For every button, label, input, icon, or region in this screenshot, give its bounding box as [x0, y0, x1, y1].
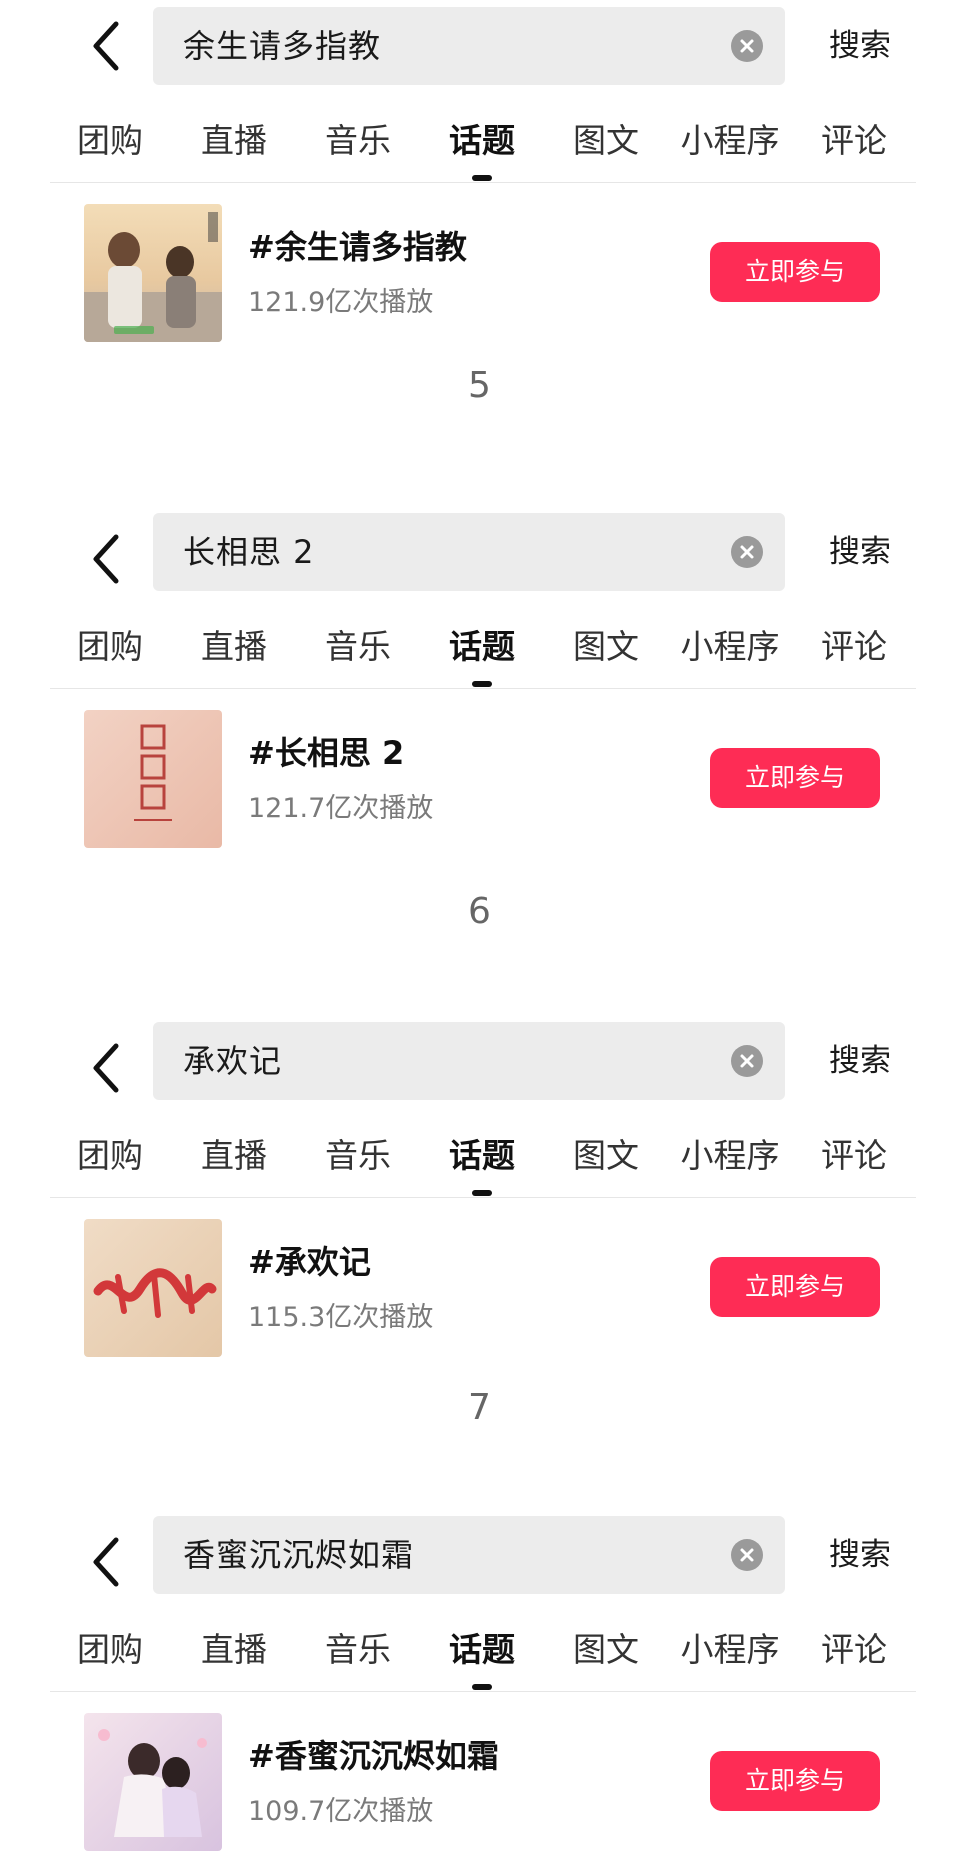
tab-bar: 团购 直播 音乐 话题 图文 小程序 评论	[0, 1116, 959, 1196]
topic-title: #承欢记	[248, 1243, 371, 1281]
page-number: 7	[468, 1387, 491, 1428]
clear-icon[interactable]	[731, 1045, 763, 1077]
clear-icon[interactable]	[731, 536, 763, 568]
divider	[50, 1691, 916, 1692]
join-button[interactable]: 立即参与	[710, 1751, 880, 1811]
tab-posts[interactable]: 图文	[573, 1116, 639, 1196]
tab-music[interactable]: 音乐	[325, 607, 391, 687]
topic-title: #余生请多指教	[248, 228, 467, 266]
join-button[interactable]: 立即参与	[710, 748, 880, 808]
tab-music[interactable]: 音乐	[325, 1610, 391, 1690]
tab-music[interactable]: 音乐	[325, 101, 391, 181]
play-count: 121.9亿次播放	[248, 287, 434, 318]
back-icon[interactable]	[88, 1534, 128, 1590]
divider	[50, 688, 916, 689]
play-count: 115.3亿次播放	[248, 1302, 434, 1333]
tab-mini-programs[interactable]: 小程序	[681, 607, 780, 687]
divider	[50, 182, 916, 183]
topic-result[interactable]: #余生请多指教 121.9亿次播放 立即参与	[0, 204, 959, 344]
tab-group-buy[interactable]: 团购	[77, 1610, 143, 1690]
tab-topics[interactable]: 话题	[449, 1610, 515, 1690]
search-query: 长相思 2	[183, 533, 315, 571]
search-input[interactable]: 长相思 2	[153, 513, 785, 591]
play-count: 109.7亿次播放	[248, 1796, 434, 1827]
join-button[interactable]: 立即参与	[710, 1257, 880, 1317]
tab-posts[interactable]: 图文	[573, 1610, 639, 1690]
tab-mini-programs[interactable]: 小程序	[681, 1116, 780, 1196]
topic-title: #香蜜沉沉烬如霜	[248, 1737, 499, 1775]
tab-group-buy[interactable]: 团购	[77, 101, 143, 181]
topic-result[interactable]: #长相思 2 121.7亿次播放 立即参与	[0, 710, 959, 850]
tab-topics[interactable]: 话题	[449, 1116, 515, 1196]
clear-icon[interactable]	[731, 1539, 763, 1571]
tab-group-buy[interactable]: 团购	[77, 1116, 143, 1196]
page-number: 5	[468, 365, 491, 406]
search-button[interactable]: 搜索	[815, 7, 905, 85]
tab-posts[interactable]: 图文	[573, 101, 639, 181]
topic-result[interactable]: #香蜜沉沉烬如霜 109.7亿次播放 立即参与	[0, 1713, 959, 1853]
search-input[interactable]: 余生请多指教	[153, 7, 785, 85]
tab-bar: 团购 直播 音乐 话题 图文 小程序 评论	[0, 101, 959, 181]
back-icon[interactable]	[88, 1040, 128, 1096]
divider	[50, 1197, 916, 1198]
search-input[interactable]: 承欢记	[153, 1022, 785, 1100]
search-input[interactable]: 香蜜沉沉烬如霜	[153, 1516, 785, 1594]
page-number: 6	[468, 891, 491, 932]
join-button[interactable]: 立即参与	[710, 242, 880, 302]
tab-posts[interactable]: 图文	[573, 607, 639, 687]
clear-icon[interactable]	[731, 30, 763, 62]
topic-thumbnail	[84, 1713, 222, 1851]
active-tab-indicator	[472, 1684, 492, 1690]
active-tab-indicator	[472, 1190, 492, 1196]
search-button[interactable]: 搜索	[815, 1516, 905, 1594]
tab-music[interactable]: 音乐	[325, 1116, 391, 1196]
play-count: 121.7亿次播放	[248, 793, 434, 824]
tab-bar: 团购 直播 音乐 话题 图文 小程序 评论	[0, 607, 959, 687]
tab-live[interactable]: 直播	[201, 607, 267, 687]
tab-live[interactable]: 直播	[201, 101, 267, 181]
tab-group-buy[interactable]: 团购	[77, 607, 143, 687]
tab-bar: 团购 直播 音乐 话题 图文 小程序 评论	[0, 1610, 959, 1690]
tab-topics[interactable]: 话题	[449, 607, 515, 687]
topic-title: #长相思 2	[248, 734, 405, 772]
tab-mini-programs[interactable]: 小程序	[681, 101, 780, 181]
tab-comments[interactable]: 评论	[821, 1116, 887, 1196]
search-button[interactable]: 搜索	[815, 1022, 905, 1100]
topic-thumbnail	[84, 710, 222, 848]
tab-live[interactable]: 直播	[201, 1116, 267, 1196]
topic-thumbnail	[84, 1219, 222, 1357]
search-query: 承欢记	[183, 1042, 283, 1080]
active-tab-indicator	[472, 175, 492, 181]
back-icon[interactable]	[88, 18, 128, 74]
search-query: 香蜜沉沉烬如霜	[183, 1536, 415, 1574]
tab-comments[interactable]: 评论	[821, 1610, 887, 1690]
search-query: 余生请多指教	[183, 27, 382, 65]
tab-live[interactable]: 直播	[201, 1610, 267, 1690]
tab-comments[interactable]: 评论	[821, 101, 887, 181]
tab-topics[interactable]: 话题	[449, 101, 515, 181]
topic-thumbnail	[84, 204, 222, 342]
search-button[interactable]: 搜索	[815, 513, 905, 591]
active-tab-indicator	[472, 681, 492, 687]
tab-mini-programs[interactable]: 小程序	[681, 1610, 780, 1690]
tab-comments[interactable]: 评论	[821, 607, 887, 687]
topic-result[interactable]: #承欢记 115.3亿次播放 立即参与	[0, 1219, 959, 1359]
back-icon[interactable]	[88, 531, 128, 587]
